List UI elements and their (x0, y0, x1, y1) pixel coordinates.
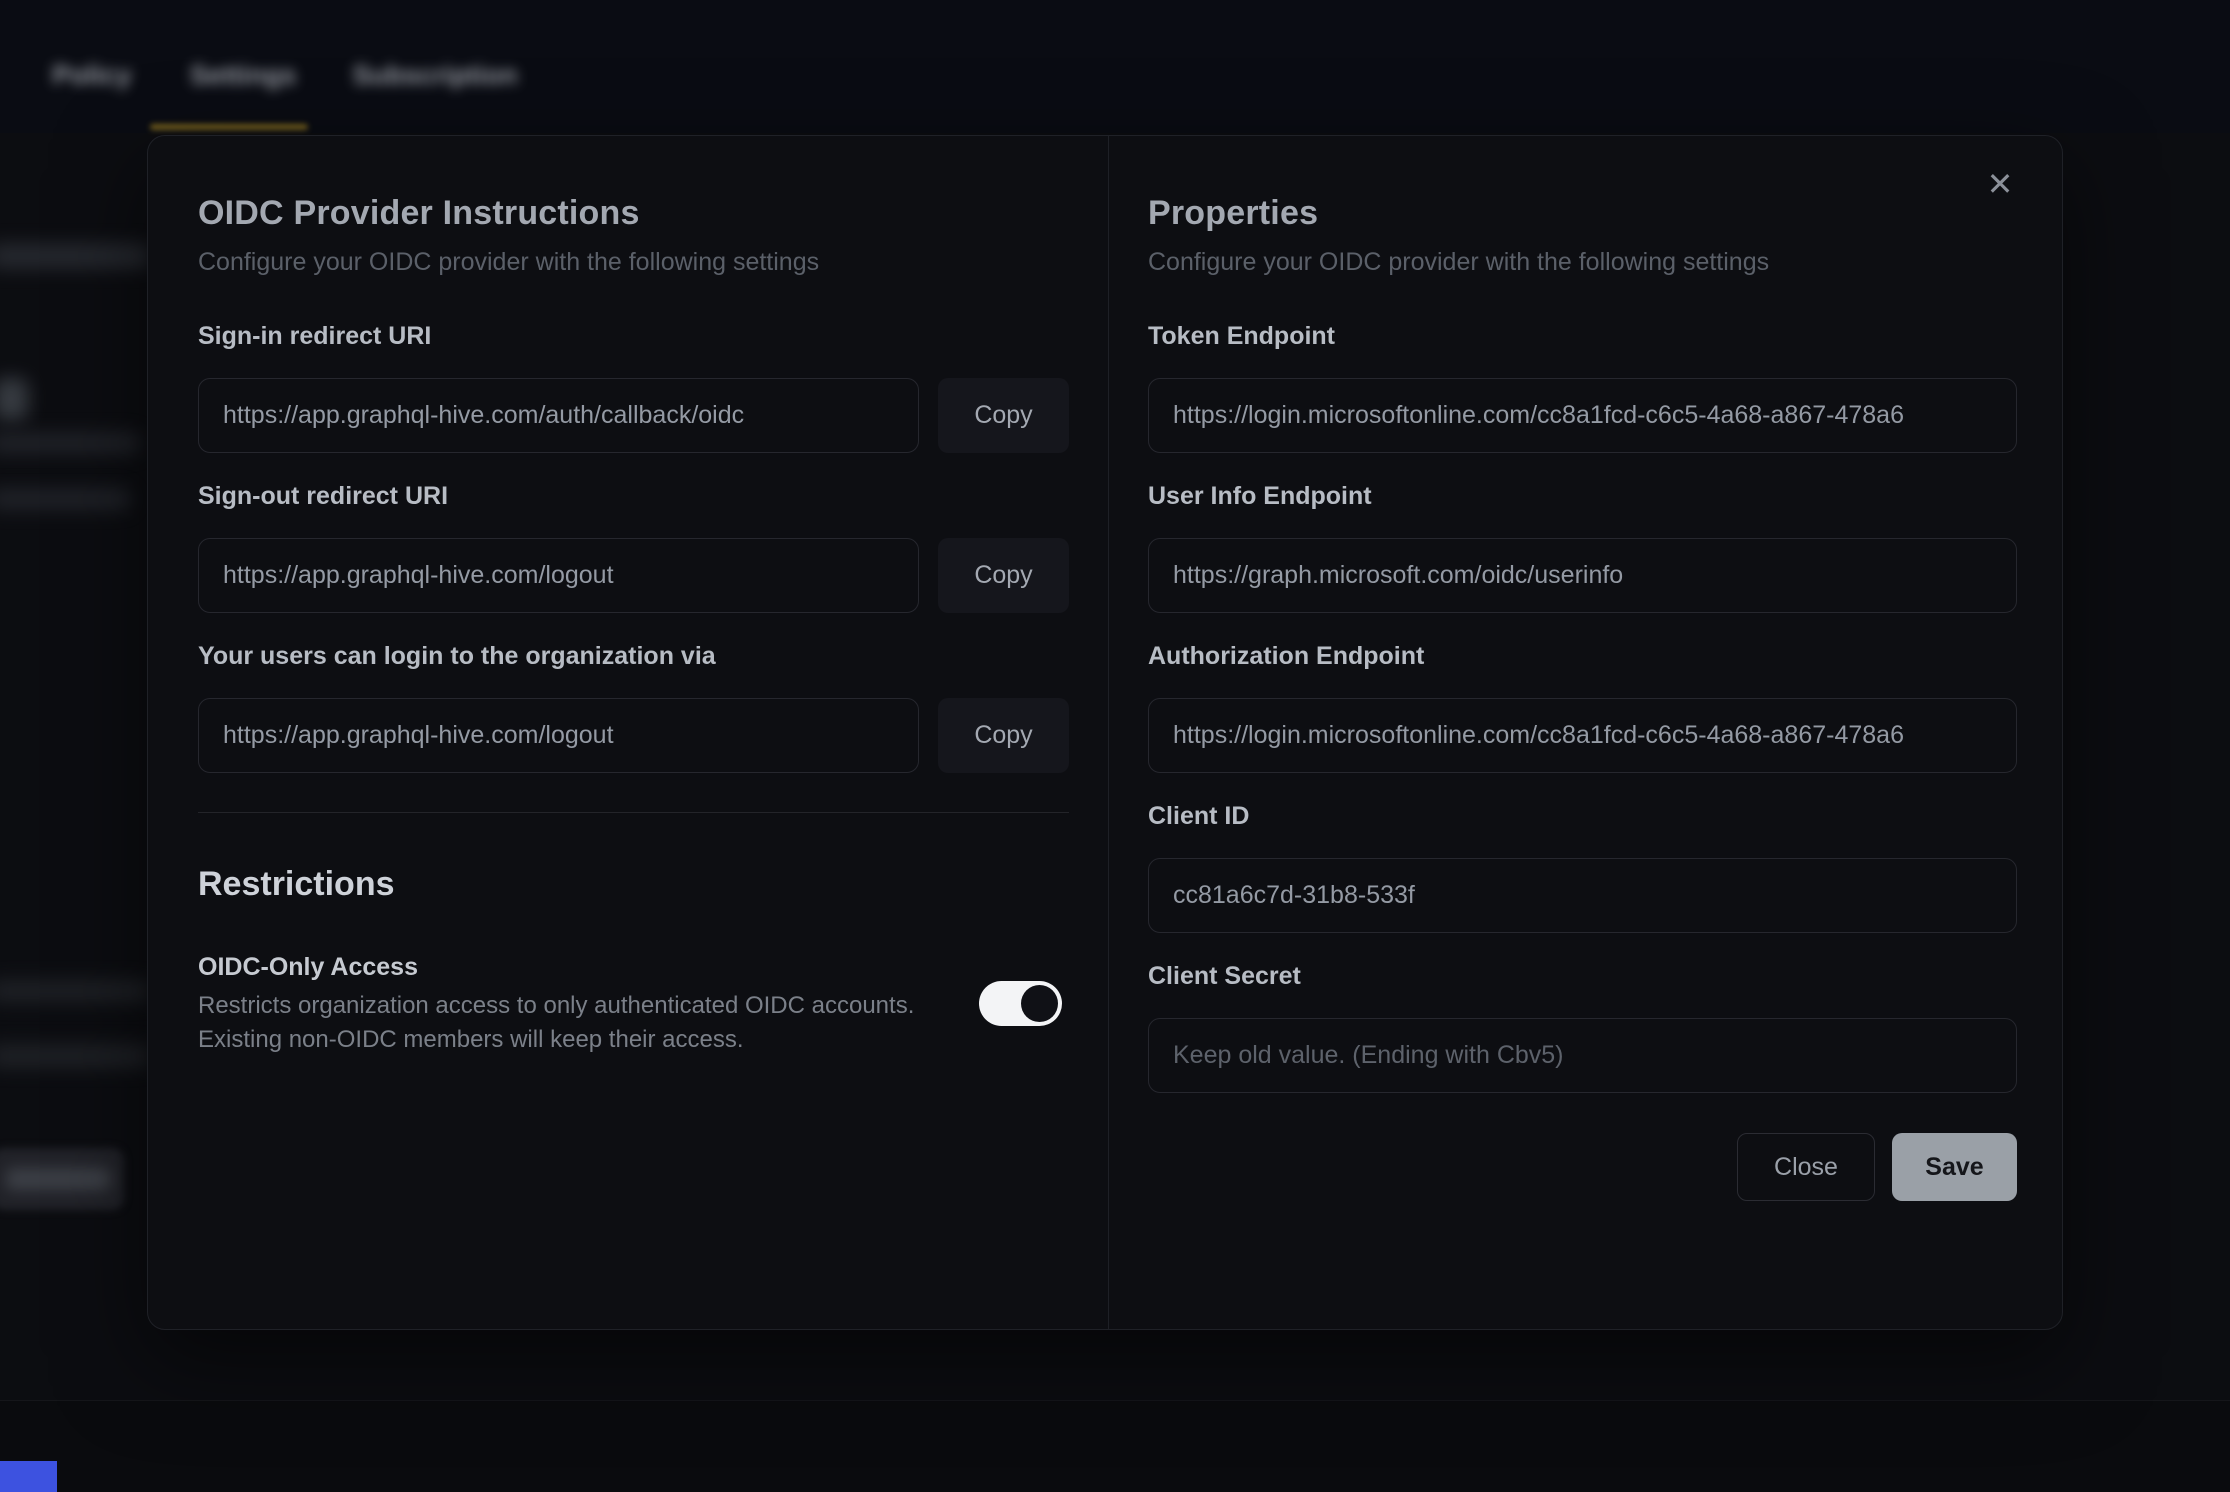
signin-redirect-input[interactable] (198, 378, 919, 453)
properties-title: Properties (1148, 193, 2017, 234)
userinfo-endpoint-label: User Info Endpoint (1148, 480, 2017, 512)
tab-subscription[interactable]: Subscription (352, 60, 517, 91)
toggle-knob (1021, 985, 1058, 1022)
background-text-blur (0, 432, 140, 454)
oidc-instructions-column: OIDC Provider Instructions Configure you… (198, 136, 1069, 1057)
properties-subtitle: Configure your OIDC provider with the fo… (1148, 246, 2017, 278)
description-line-1: Restricts organization access to only au… (198, 992, 914, 1019)
modal-column-divider (1108, 136, 1109, 1329)
token-endpoint-input[interactable] (1148, 378, 2017, 453)
userinfo-endpoint-input[interactable] (1148, 538, 2017, 613)
copy-signin-button[interactable]: Copy (938, 378, 1069, 453)
section-divider (198, 812, 1069, 813)
description-line-2: Existing non-OIDC members will keep thei… (198, 1026, 744, 1053)
authorization-endpoint-input[interactable] (1148, 698, 2017, 773)
modal-footer-buttons: Close Save (1148, 1133, 2017, 1201)
copy-login-via-button[interactable]: Copy (938, 698, 1069, 773)
properties-column: Properties Configure your OIDC provider … (1148, 136, 2017, 1201)
close-button[interactable]: Close (1737, 1133, 1875, 1201)
oidc-only-access-toggle[interactable] (979, 981, 1062, 1026)
page-bottom-band (0, 1400, 2230, 1492)
oidc-only-access-row: OIDC-Only Access Restricts organization … (198, 951, 1069, 1057)
signout-redirect-input[interactable] (198, 538, 919, 613)
tab-policy[interactable]: Policy (52, 60, 132, 91)
client-secret-label: Client Secret (1148, 960, 2017, 992)
background-text-blur (0, 1044, 150, 1068)
background-text-blur (0, 378, 28, 420)
save-button[interactable]: Save (1892, 1133, 2017, 1201)
oidc-only-access-label: OIDC-Only Access (198, 951, 949, 983)
background-text-blur (0, 243, 150, 269)
client-id-input[interactable] (1148, 858, 2017, 933)
oidc-settings-modal: ✕ OIDC Provider Instructions Configure y… (147, 135, 2063, 1330)
restrictions-heading: Restrictions (198, 863, 1069, 905)
active-tab-underline (150, 124, 308, 130)
background-text-blur (0, 980, 150, 1002)
instructions-title: OIDC Provider Instructions (198, 193, 1069, 234)
authorization-endpoint-label: Authorization Endpoint (1148, 640, 2017, 672)
background-button-blur (0, 1148, 124, 1210)
oidc-only-access-description: Restricts organization access to only au… (198, 989, 949, 1057)
page-top-band (0, 0, 2230, 133)
login-via-input[interactable] (198, 698, 919, 773)
client-secret-input[interactable] (1148, 1018, 2017, 1093)
login-via-label: Your users can login to the organization… (198, 640, 1069, 672)
bottom-left-accent (0, 1461, 57, 1492)
tab-settings[interactable]: Settings (190, 60, 297, 91)
instructions-subtitle: Configure your OIDC provider with the fo… (198, 246, 1069, 278)
signout-redirect-label: Sign-out redirect URI (198, 480, 1069, 512)
signin-redirect-label: Sign-in redirect URI (198, 320, 1069, 352)
copy-signout-button[interactable]: Copy (938, 538, 1069, 613)
token-endpoint-label: Token Endpoint (1148, 320, 2017, 352)
background-text-blur (0, 488, 130, 510)
client-id-label: Client ID (1148, 800, 2017, 832)
